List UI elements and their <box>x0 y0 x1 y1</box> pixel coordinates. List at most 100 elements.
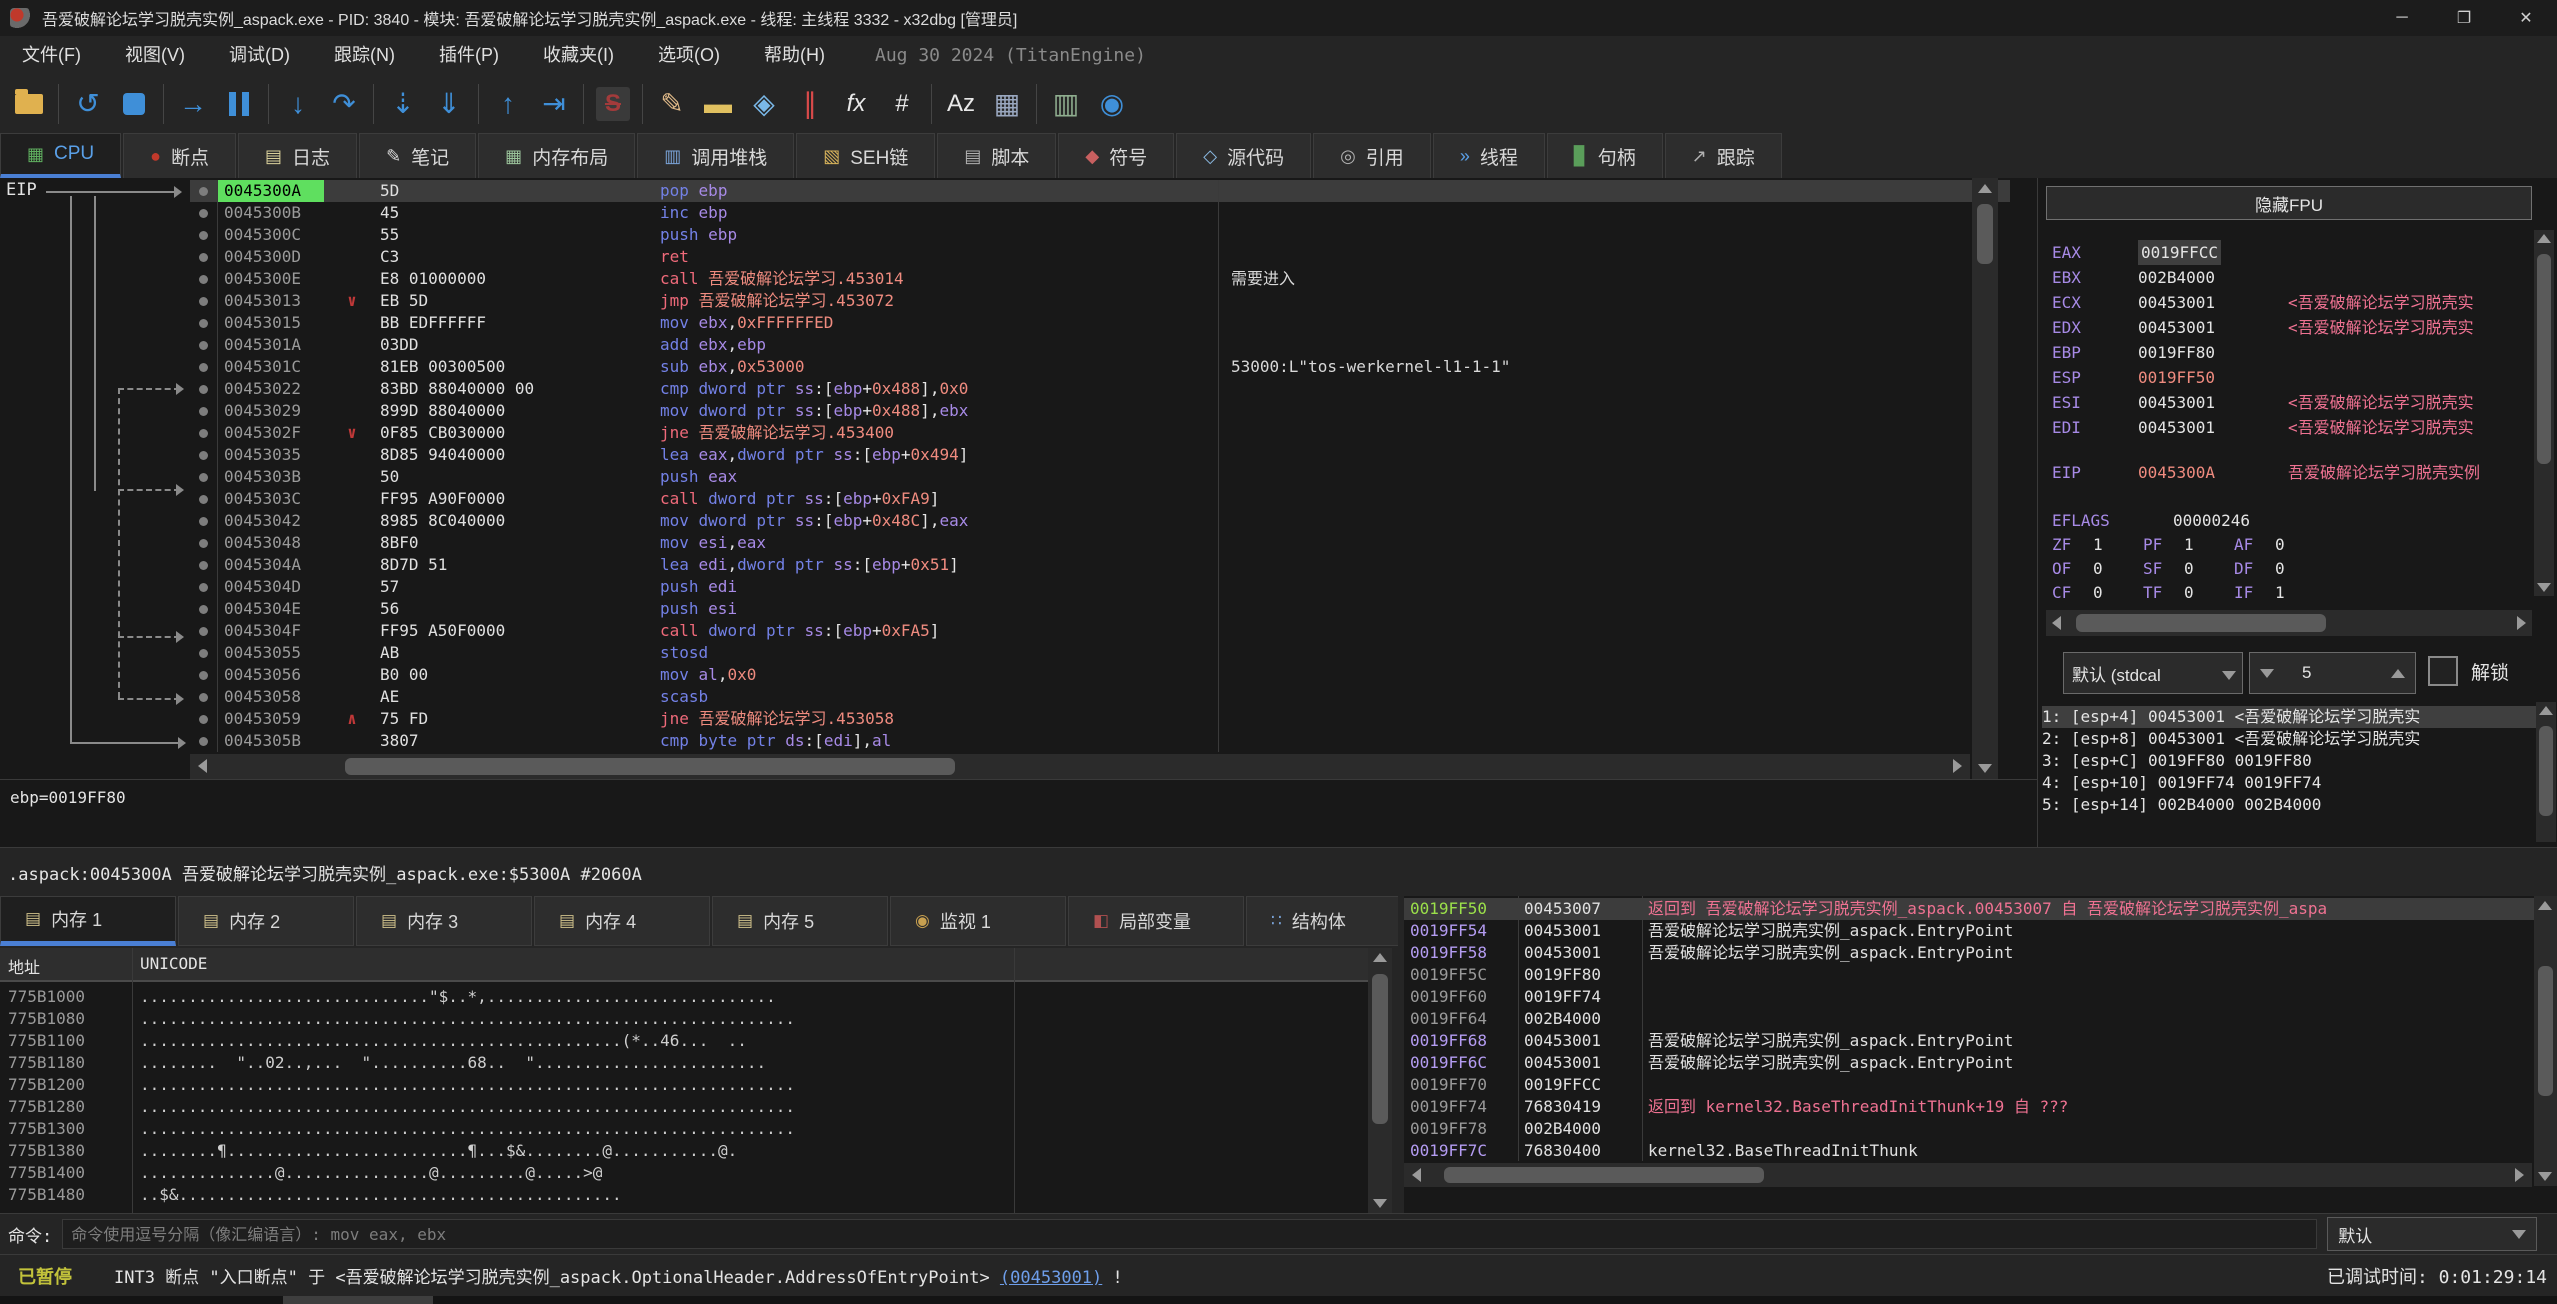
stack-arg-row[interactable]: 5: [esp+14] 002B4000 002B4000 <box>2042 794 2536 816</box>
breakpoint-dot-cell[interactable] <box>190 400 218 422</box>
step-into-icon[interactable]: ↓ <box>275 81 321 127</box>
tab-内存 3[interactable]: ▤ 内存 3 <box>356 896 532 946</box>
register-row[interactable]: EDX 00453001 <吾爱破解论坛学习脱壳实 <box>2038 315 2538 340</box>
stack-row[interactable]: 0019FF74 76830419 返回到 kernel32.BaseThreadI… <box>1404 1096 2534 1118</box>
disasm-row[interactable]: 00453013 ∨ EB 5D jmp 吾爱破解论坛学习.453072 <box>190 290 2010 312</box>
breakpoint-dot-cell[interactable] <box>190 444 218 466</box>
patch-icon[interactable]: ✎ <box>649 81 695 127</box>
menu-item-视图[interactable]: 视图(V) <box>103 36 207 74</box>
tab-线程[interactable]: » 线程 <box>1432 133 1545 178</box>
breakpoint-dot-cell[interactable] <box>190 642 218 664</box>
disasm-row[interactable]: 00453029 899D 88040000 mov dword ptr ss:[e… <box>190 400 2010 422</box>
breakpoint-dot-cell[interactable] <box>190 268 218 290</box>
step-over-icon[interactable]: ↷ <box>321 81 367 127</box>
status-address-link[interactable]: (00453001) <box>1000 1268 1102 1288</box>
registers-hscrollbar[interactable] <box>2046 610 2532 636</box>
tab-跟踪[interactable]: ↗ 跟踪 <box>1664 133 1782 178</box>
disasm-row[interactable]: 00453015 BB EDFFFFFF mov ebx,0xFFFFFFED <box>190 312 2010 334</box>
register-row[interactable]: EAX 0019FFCC <box>2038 240 2538 265</box>
command-profile-select[interactable]: 默认 <box>2327 1217 2538 1251</box>
register-row[interactable]: ESI 00453001 <吾爱破解论坛学习脱壳实 <box>2038 390 2538 415</box>
breakpoint-dot-cell[interactable] <box>190 510 218 532</box>
stack-row[interactable]: 0019FF68 00453001 吾爱破解论坛学习脱壳实例_aspack.Entr… <box>1404 1030 2534 1052</box>
stack-row[interactable]: 0019FF60 0019FF74 <box>1404 986 2534 1008</box>
minimize-button[interactable]: ─ <box>2371 0 2433 36</box>
breakpoint-dot-cell[interactable] <box>190 554 218 576</box>
function-icon[interactable]: fx <box>833 81 879 127</box>
label-icon[interactable]: ◈ <box>741 81 787 127</box>
spin-up-icon[interactable] <box>2391 668 2405 678</box>
trace-over-icon[interactable]: ⇓ <box>426 81 472 127</box>
register-row[interactable]: EBX 002B4000 <box>2038 265 2538 290</box>
disasm-row[interactable]: 00453048 8BF0 mov esi,eax <box>190 532 2010 554</box>
breakpoint-dot-cell[interactable] <box>190 466 218 488</box>
disasm-row[interactable]: 0045304F FF95 A50F0000 call dword ptr ss:[… <box>190 620 2010 642</box>
open-file-icon[interactable] <box>6 81 52 127</box>
menu-item-插件[interactable]: 插件(P) <box>417 36 521 74</box>
hash-icon[interactable]: # <box>879 81 925 127</box>
tab-符号[interactable]: ◆ 符号 <box>1058 133 1175 178</box>
command-input[interactable] <box>62 1219 2318 1249</box>
unlock-checkbox[interactable] <box>2428 656 2458 686</box>
tab-源代码[interactable]: ◇ 源代码 <box>1176 133 1312 178</box>
stack-hscrollbar[interactable] <box>1404 1163 2532 1187</box>
breakpoint-dot-cell[interactable] <box>190 664 218 686</box>
pause-icon[interactable] <box>216 81 262 127</box>
disassembly-vscrollbar[interactable] <box>1972 178 1998 779</box>
memory-map-icon[interactable]: ▥ <box>1043 81 1089 127</box>
tab-局部变量[interactable]: ◧ 局部变量 <box>1068 896 1244 946</box>
registers-vscrollbar[interactable] <box>2534 230 2554 596</box>
breakpoint-dot-cell[interactable] <box>190 620 218 642</box>
stack-arg-row[interactable]: 2: [esp+8] 00453001 <吾爱破解论坛学习脱壳实 <box>2042 728 2536 750</box>
breakpoint-dot-cell[interactable] <box>190 334 218 356</box>
strings-icon[interactable]: Az <box>938 81 984 127</box>
breakpoint-dot-cell[interactable] <box>190 180 218 202</box>
source-mode-icon[interactable]: S <box>590 81 636 127</box>
tab-内存 1[interactable]: ▤ 内存 1 <box>0 896 176 946</box>
breakpoint-dot-cell[interactable] <box>190 422 218 444</box>
tab-脚本[interactable]: ▤ 脚本 <box>937 133 1057 178</box>
disasm-row[interactable]: 00453058 AE scasb <box>190 686 2010 708</box>
disasm-row[interactable]: 0045300A 5D pop ebp <box>190 180 2010 202</box>
disasm-row[interactable]: 0045301C 81EB 00300500 sub ebx,0x53000 5300… <box>190 356 2010 378</box>
breakpoint-dot-cell[interactable] <box>190 356 218 378</box>
internet-icon[interactable]: ◉ <box>1089 81 1135 127</box>
tab-CPU[interactable]: ▦ CPU <box>0 133 122 178</box>
stack-row[interactable]: 0019FF7C 76830400 kernel32.BaseThreadInitT… <box>1404 1140 2534 1162</box>
stack-vscrollbar[interactable] <box>2534 896 2557 1186</box>
tab-日志[interactable]: ▤ 日志 <box>238 133 358 178</box>
breakpoint-dot-cell[interactable] <box>190 202 218 224</box>
stack-arg-row[interactable]: 4: [esp+10] 0019FF74 0019FF74 <box>2042 772 2536 794</box>
maximize-button[interactable]: ❐ <box>2433 0 2495 36</box>
tab-内存 2[interactable]: ▤ 内存 2 <box>178 896 354 946</box>
register-row[interactable]: ECX 00453001 <吾爱破解论坛学习脱壳实 <box>2038 290 2538 315</box>
register-row[interactable]: EDI 00453001 <吾爱破解论坛学习脱壳实 <box>2038 415 2538 440</box>
disasm-row[interactable]: 00453042 8985 8C040000 mov dword ptr ss:[e… <box>190 510 2010 532</box>
memory-vscrollbar[interactable] <box>1368 948 1392 1213</box>
stack-row[interactable]: 0019FF6C 00453001 吾爱破解论坛学习脱壳实例_aspack.Entr… <box>1404 1052 2534 1074</box>
breakpoint-dot-cell[interactable] <box>190 290 218 312</box>
stack-row[interactable]: 0019FF64 002B4000 <box>1404 1008 2534 1030</box>
disassembly-hscrollbar[interactable] <box>190 754 1970 779</box>
register-row[interactable]: EBP 0019FF80 <box>2038 340 2538 365</box>
breakpoint-dot-cell[interactable] <box>190 378 218 400</box>
calculator-icon[interactable]: ▦ <box>984 81 1030 127</box>
breakpoint-dot-cell[interactable] <box>190 686 218 708</box>
stack-row[interactable]: 0019FF50 00453007 返回到 吾爱破解论坛学习脱壳实例_aspack.… <box>1404 898 2534 920</box>
disasm-row[interactable]: 0045304D 57 push edi <box>190 576 2010 598</box>
tab-内存 4[interactable]: ▤ 内存 4 <box>534 896 710 946</box>
breakpoint-dot-cell[interactable] <box>190 532 218 554</box>
disasm-row[interactable]: 0045300B 45 inc ebp <box>190 202 2010 224</box>
tab-监视 1[interactable]: ◉ 监视 1 <box>890 896 1066 946</box>
calling-convention-select[interactable]: 默认 (stdcal <box>2063 652 2243 694</box>
disasm-row[interactable]: 00453059 ∧ 75 FD jne 吾爱破解论坛学习.453058 <box>190 708 2010 730</box>
stack-row[interactable]: 0019FF5C 0019FF80 <box>1404 964 2534 986</box>
menu-item-调试[interactable]: 调试(D) <box>207 36 312 74</box>
disasm-row[interactable]: 0045301A 03DD add ebx,ebp <box>190 334 2010 356</box>
disasm-row[interactable]: 0045302F ∨ 0F85 CB030000 jne 吾爱破解论坛学习.45340… <box>190 422 2010 444</box>
eflags-row[interactable]: EFLAGS 00000246 <box>2038 508 2538 533</box>
disasm-row[interactable]: 00453035 8D85 94040000 lea eax,dword ptr s… <box>190 444 2010 466</box>
tab-笔记[interactable]: ✎ 笔记 <box>359 133 477 178</box>
breakpoint-dot-cell[interactable] <box>190 312 218 334</box>
disasm-row[interactable]: 0045303B 50 push eax <box>190 466 2010 488</box>
